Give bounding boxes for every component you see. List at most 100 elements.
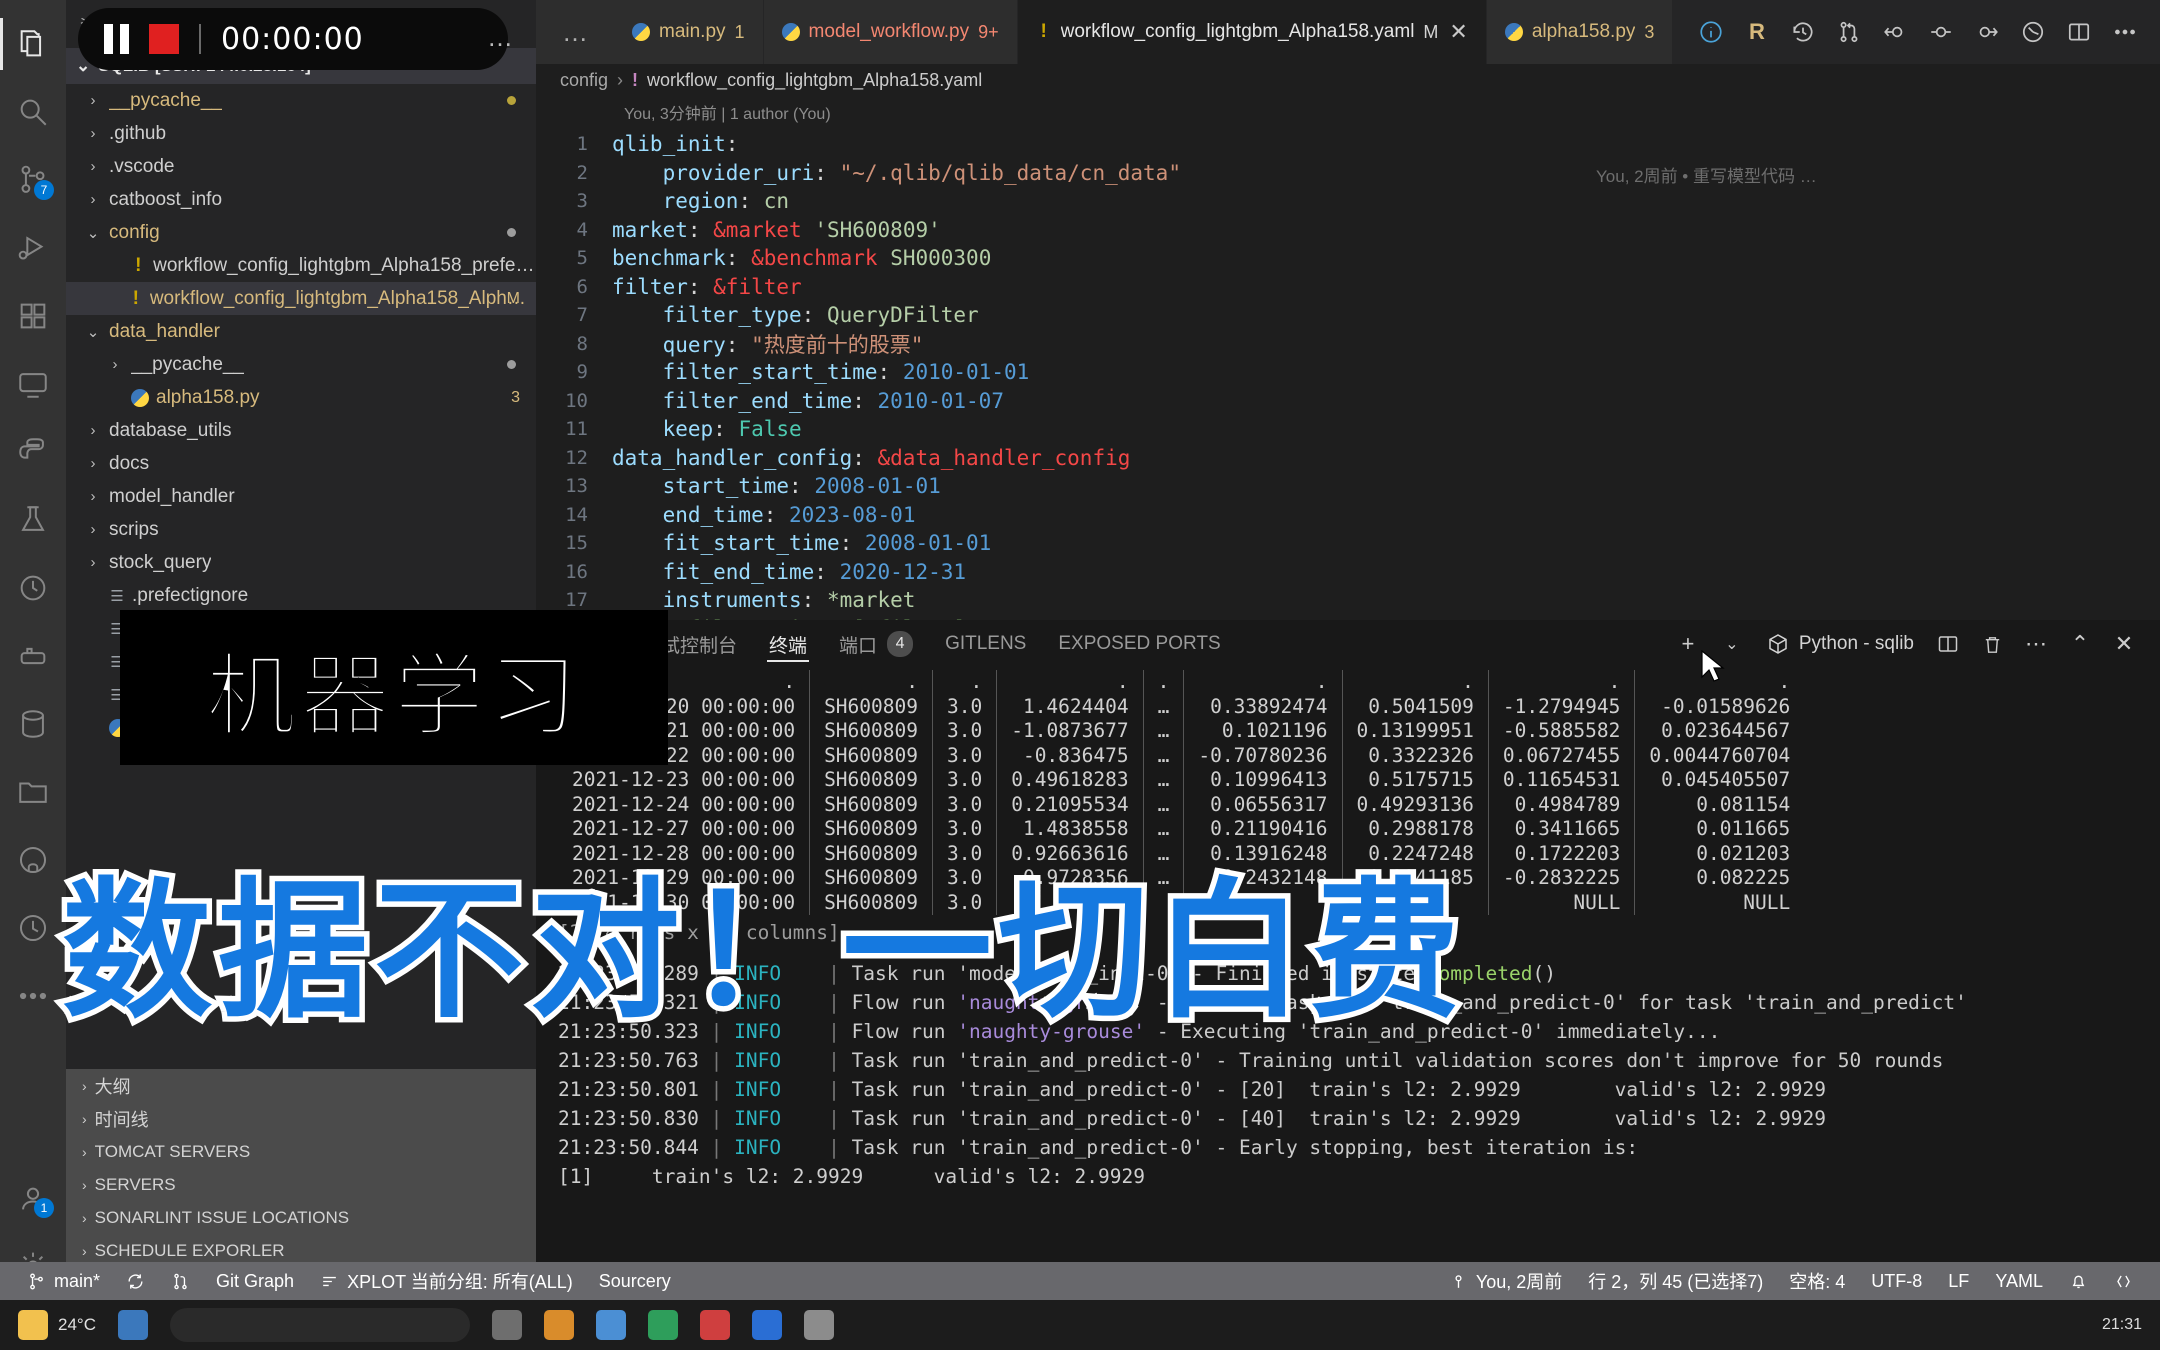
taskbar-weather[interactable]: 24°C <box>18 1310 96 1340</box>
status-sourcery[interactable]: Sourcery <box>586 1262 684 1300</box>
activitybar-item-more-views[interactable] <box>0 962 66 1030</box>
breadcrumb[interactable]: config › ! workflow_config_lightgbm_Alph… <box>536 64 2160 96</box>
taskbar-icon-4[interactable] <box>647 1310 678 1340</box>
maximize-panel-icon[interactable]: ⌃ <box>2060 624 2100 664</box>
file-tree-item[interactable]: › model_handler <box>66 480 536 513</box>
file-tree-item[interactable]: › __pycache__ <box>66 84 536 117</box>
status-encoding[interactable]: UTF-8 <box>1858 1262 1935 1300</box>
activitybar-item-docker[interactable] <box>0 622 66 690</box>
sidebar-section-header[interactable]: › 时间线 <box>66 1102 536 1135</box>
yaml-warning-icon: ! <box>1040 21 1047 42</box>
taskbar-icon-7[interactable] <box>803 1310 834 1340</box>
taskbar-clock-area[interactable]: 21:31 <box>2102 1316 2142 1334</box>
file-tree-item[interactable]: ! workflow_config_lightgbm_Alpha158_Alpha… <box>66 282 536 315</box>
file-tree-item[interactable]: ⌄ config <box>66 216 536 249</box>
go-next-change-icon[interactable] <box>1964 9 2010 55</box>
file-tree-item[interactable]: › stock_query <box>66 546 536 579</box>
taskbar-icon-1[interactable] <box>491 1310 522 1340</box>
compare-changes-icon[interactable] <box>1826 9 1872 55</box>
more-actions-icon[interactable] <box>2102 9 2148 55</box>
activitybar-item-remote-explorer[interactable] <box>0 350 66 418</box>
status-sync[interactable] <box>113 1262 158 1300</box>
recorder-more-icon[interactable]: … <box>487 22 513 53</box>
status-branch[interactable]: main* <box>14 1262 113 1300</box>
kill-terminal-icon[interactable] <box>1972 624 2012 664</box>
file-tree-item[interactable]: ⌄ data_handler <box>66 315 536 348</box>
info-icon[interactable] <box>1688 9 1734 55</box>
sidebar-section-header[interactable]: › TOMCAT SERVERS <box>66 1135 536 1168</box>
taskbar-icon-5[interactable] <box>699 1310 730 1340</box>
status-cursor-position[interactable]: 行 2，列 45 (已选择7) <box>1575 1262 1776 1300</box>
activitybar-item-schedule[interactable] <box>0 894 66 962</box>
activitybar-item-extensions[interactable] <box>0 282 66 350</box>
sidebar-section-header[interactable]: › SERVERS <box>66 1168 536 1201</box>
more-actions-icon[interactable]: ⋯ <box>2016 624 2056 664</box>
activitybar-item-search[interactable] <box>0 78 66 146</box>
taskbar-icon-start[interactable] <box>117 1310 148 1340</box>
go-previous-change-icon[interactable] <box>1872 9 1918 55</box>
activitybar-item-run-debug[interactable] <box>0 214 66 282</box>
file-tree-item[interactable]: ! workflow_config_lightgbm_Alpha158_prefe… <box>66 249 536 282</box>
taskbar-icon-3[interactable] <box>595 1310 626 1340</box>
status-eol[interactable]: LF <box>1935 1262 1982 1300</box>
sidebar-section-header[interactable]: › 大纲 <box>66 1069 536 1102</box>
breadcrumb-file[interactable]: workflow_config_lightgbm_Alpha158.yaml <box>647 70 982 91</box>
status-blame[interactable]: You, 2周前 <box>1436 1262 1575 1300</box>
panel-tab[interactable]: 终端 <box>753 620 823 668</box>
file-tree-item[interactable]: › database_utils <box>66 414 536 447</box>
file-tree-item[interactable]: alpha158.py 3 <box>66 381 536 414</box>
close-panel-icon[interactable]: ✕ <box>2104 624 2144 664</box>
editor-tab[interactable]: main.py 1 <box>614 0 764 64</box>
go-change-icon[interactable] <box>1918 9 1964 55</box>
file-tree-item[interactable]: › docs <box>66 447 536 480</box>
editor-tab[interactable]: ! workflow_config_lightgbm_Alpha158.yaml M… <box>1017 0 1487 64</box>
activitybar-item-source-control[interactable]: 7 <box>0 146 66 214</box>
taskbar-search[interactable] <box>169 1308 470 1342</box>
file-tree-item[interactable]: › .vscode <box>66 150 536 183</box>
screen-recorder-overlay[interactable]: 00:00:00 <box>78 8 508 70</box>
r-indicator[interactable]: R <box>1734 9 1780 55</box>
status-language-mode[interactable]: YAML <box>1982 1262 2056 1300</box>
split-editor-icon[interactable] <box>2056 9 2102 55</box>
activitybar-item-accounts[interactable]: 1 <box>0 1164 66 1232</box>
tabs-overflow-button[interactable]: … <box>536 0 614 64</box>
file-tree-item[interactable]: › catboost_info <box>66 183 536 216</box>
editor-tab[interactable]: model_workflow.py 9+ <box>763 0 1018 64</box>
file-tree-item[interactable]: ☰ .prefectignore <box>66 579 536 612</box>
sidebar-section-header[interactable]: › SONARLINT ISSUE LOCATIONS <box>66 1201 536 1234</box>
panel-tab[interactable]: GITLENS <box>929 620 1042 668</box>
stop-icon[interactable] <box>149 24 179 54</box>
pause-icon[interactable] <box>104 24 129 54</box>
close-icon[interactable]: ✕ <box>1449 19 1467 45</box>
status-notifications[interactable] <box>2056 1262 2101 1300</box>
status-xplot[interactable]: XPLOT 当前分组: 所有(ALL) <box>307 1262 586 1300</box>
activitybar-item-gitlens[interactable] <box>0 554 66 622</box>
activitybar-item-explorer[interactable] <box>0 10 66 78</box>
status-remote[interactable] <box>2101 1262 2146 1300</box>
history-icon[interactable] <box>1780 9 1826 55</box>
taskbar-icon-6[interactable] <box>751 1310 782 1340</box>
table-cell: 0.11654531 <box>1487 768 1635 793</box>
activitybar-item-github[interactable] <box>0 826 66 894</box>
active-terminal-entry[interactable]: Python - sqlib <box>1756 632 1924 656</box>
file-tree-item[interactable]: › .github <box>66 117 536 150</box>
status-indentation[interactable]: 空格: 4 <box>1776 1262 1858 1300</box>
status-git-graph[interactable]: Git Graph <box>203 1262 307 1300</box>
code-lines: 1 qlib_init: 2 provider_uri: "~/.qlib/qlib… <box>536 130 2160 620</box>
panel-tab[interactable]: EXPOSED PORTS <box>1042 620 1236 668</box>
file-tree-item[interactable]: › __pycache__ <box>66 348 536 381</box>
breadcrumb-folder[interactable]: config <box>560 70 608 91</box>
taskbar-icon-2[interactable] <box>543 1310 574 1340</box>
activitybar-item-testing[interactable] <box>0 486 66 554</box>
panel-tab[interactable]: 端口 4 <box>823 620 929 668</box>
file-tree-item[interactable]: › scrips <box>66 513 536 546</box>
preview-icon[interactable] <box>2010 9 2056 55</box>
editor-tab[interactable]: alpha158.py 3 <box>1486 0 1674 64</box>
code-editor[interactable]: You, 3分钟前 | 1 author (You) 1 qlib_init: 2 … <box>536 96 2160 620</box>
split-terminal-icon[interactable] <box>1928 624 1968 664</box>
activitybar-item-python-env[interactable] <box>0 418 66 486</box>
activitybar-item-folder-tools[interactable] <box>0 758 66 826</box>
python-icon <box>1504 23 1523 41</box>
activitybar-item-database[interactable] <box>0 690 66 758</box>
status-git-actions[interactable] <box>158 1262 203 1300</box>
